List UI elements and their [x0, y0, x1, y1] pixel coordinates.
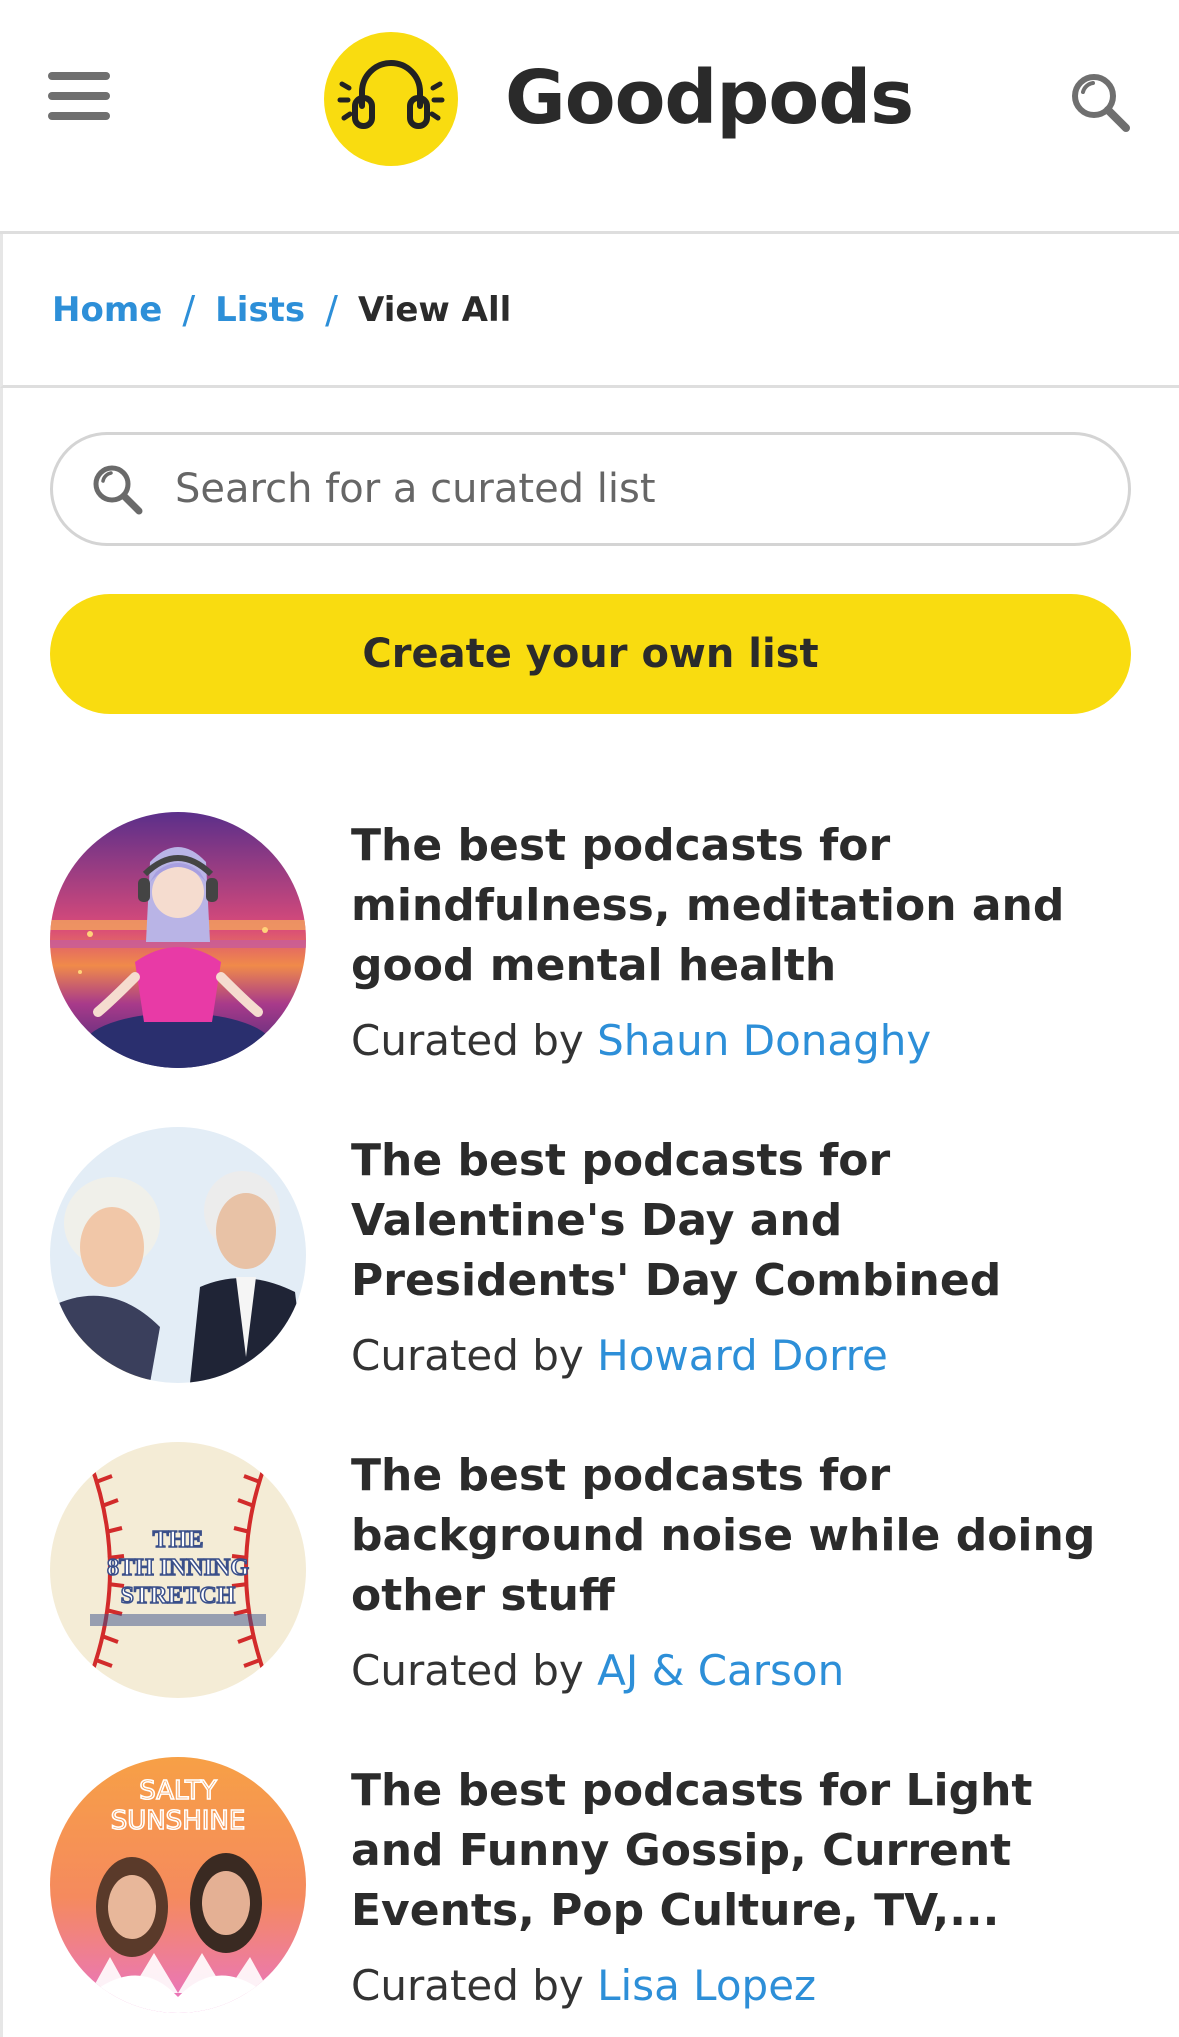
baseball-artwork-icon: THE 8TH INNING STRETCH	[50, 1442, 306, 1698]
search-icon	[93, 465, 143, 515]
curator-link[interactable]: Shaun Donaghy	[597, 1016, 931, 1065]
curator-link[interactable]: AJ & Carson	[597, 1646, 844, 1695]
breadcrumb-current: View All	[357, 289, 512, 330]
list-item[interactable]: SALTY SUNSHINE The best podcasts for Lig…	[50, 1757, 1131, 2017]
list-item[interactable]: THE 8TH INNING STRETCH The best podcasts…	[50, 1442, 1131, 1702]
list-title[interactable]: The best podcasts for mindfulness, medit…	[351, 816, 1131, 996]
curator-link[interactable]: Lisa Lopez	[597, 1961, 816, 2010]
hamburger-menu-icon[interactable]	[48, 72, 110, 120]
content-left-border	[0, 388, 3, 2037]
search-input[interactable]	[175, 466, 1055, 512]
breadcrumb-separator: /	[325, 287, 338, 332]
thumb-text-line: SALTY	[139, 1776, 217, 1806]
curated-by-label: Curated by	[351, 1016, 598, 1065]
breadcrumb-lists-link[interactable]: Lists	[215, 290, 305, 330]
search-list-field[interactable]	[50, 432, 1131, 546]
curated-by: Curated by Howard Dorre	[351, 1331, 888, 1380]
presidents-artwork-icon	[50, 1127, 306, 1383]
search-icon[interactable]	[1068, 70, 1132, 134]
curated-by: Curated by Shaun Donaghy	[351, 1016, 931, 1065]
create-list-button[interactable]: Create your own list	[50, 594, 1131, 714]
list-thumbnail: SALTY SUNSHINE	[50, 1757, 306, 2013]
curated-by-label: Curated by	[351, 1646, 598, 1695]
top-app-bar: Goodpods	[0, 0, 1179, 234]
curated-by: Curated by AJ & Carson	[351, 1646, 844, 1695]
list-thumbnail	[50, 812, 306, 1068]
thumb-text-line: SUNSHINE	[111, 1806, 246, 1836]
list-title[interactable]: The best podcasts for Valentine's Day an…	[351, 1131, 1131, 1311]
goodpods-logo-icon[interactable]	[322, 32, 460, 166]
list-thumbnail	[50, 1127, 306, 1383]
meditation-artwork-icon	[50, 812, 306, 1068]
breadcrumb: Home / Lists / View All	[0, 234, 1179, 388]
curated-by-label: Curated by	[351, 1331, 598, 1380]
curated-by-label: Curated by	[351, 1961, 598, 2010]
list-thumbnail: THE 8TH INNING STRETCH	[50, 1442, 306, 1698]
breadcrumb-home-link[interactable]: Home	[52, 290, 162, 330]
list-title[interactable]: The best podcasts for Light and Funny Go…	[351, 1761, 1131, 1941]
thumb-text-line: THE	[153, 1527, 204, 1553]
list-title[interactable]: The best podcasts for background noise w…	[351, 1446, 1131, 1626]
curated-by: Curated by Lisa Lopez	[351, 1961, 816, 2010]
thumb-text-line: 8TH INNING	[107, 1555, 249, 1581]
breadcrumb-separator: /	[182, 287, 196, 332]
brand-name[interactable]: Goodpods	[505, 55, 914, 141]
list-item[interactable]: The best podcasts for mindfulness, medit…	[50, 812, 1131, 1072]
list-item[interactable]: The best podcasts for Valentine's Day an…	[50, 1127, 1131, 1387]
thumb-text-line: STRETCH	[121, 1583, 236, 1609]
salty-sunshine-artwork-icon: SALTY SUNSHINE	[50, 1757, 306, 2013]
curator-link[interactable]: Howard Dorre	[597, 1331, 888, 1380]
